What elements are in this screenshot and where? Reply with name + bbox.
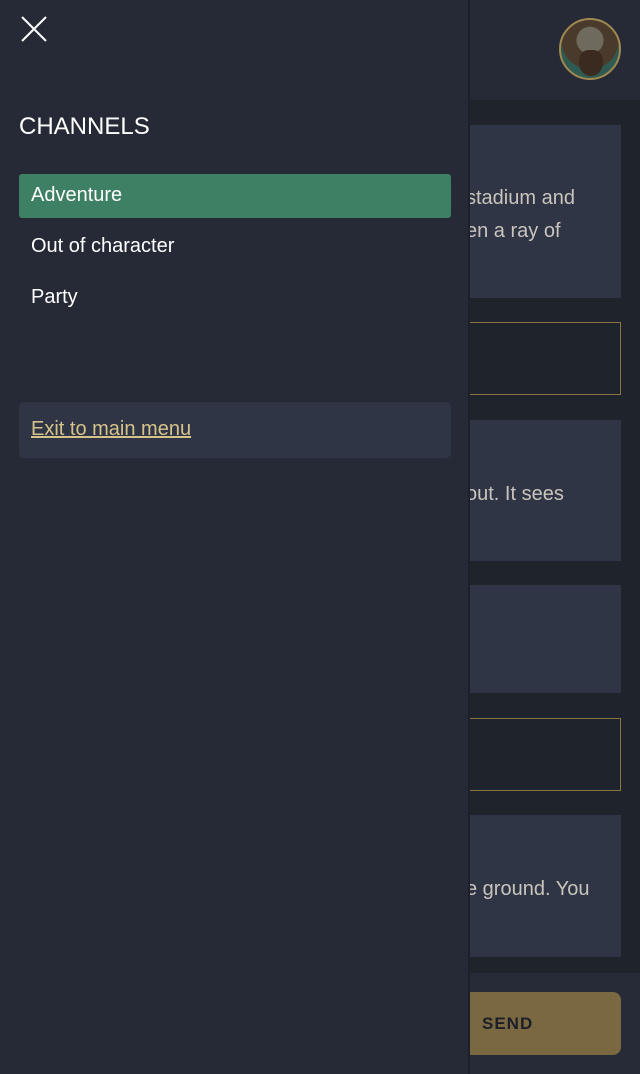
message-text: e ground. You <box>466 878 590 900</box>
exit-panel: Exit to main menu <box>19 402 451 458</box>
avatar-portrait <box>579 50 603 76</box>
message-text: out. It sees <box>466 483 564 505</box>
avatar[interactable] <box>559 18 621 80</box>
exit-to-main-menu-link[interactable]: Exit to main menu <box>31 418 191 440</box>
message-text: en a ray of <box>466 220 561 242</box>
channels-drawer: CHANNELS Adventure Out of character Part… <box>0 0 470 1074</box>
channels-title: CHANNELS <box>19 113 150 140</box>
message-text: stadium and <box>466 187 575 209</box>
close-icon[interactable] <box>20 15 48 43</box>
channel-adventure[interactable]: Adventure <box>19 174 451 218</box>
channel-party[interactable]: Party <box>19 276 451 320</box>
channel-out-of-character[interactable]: Out of character <box>19 225 451 269</box>
